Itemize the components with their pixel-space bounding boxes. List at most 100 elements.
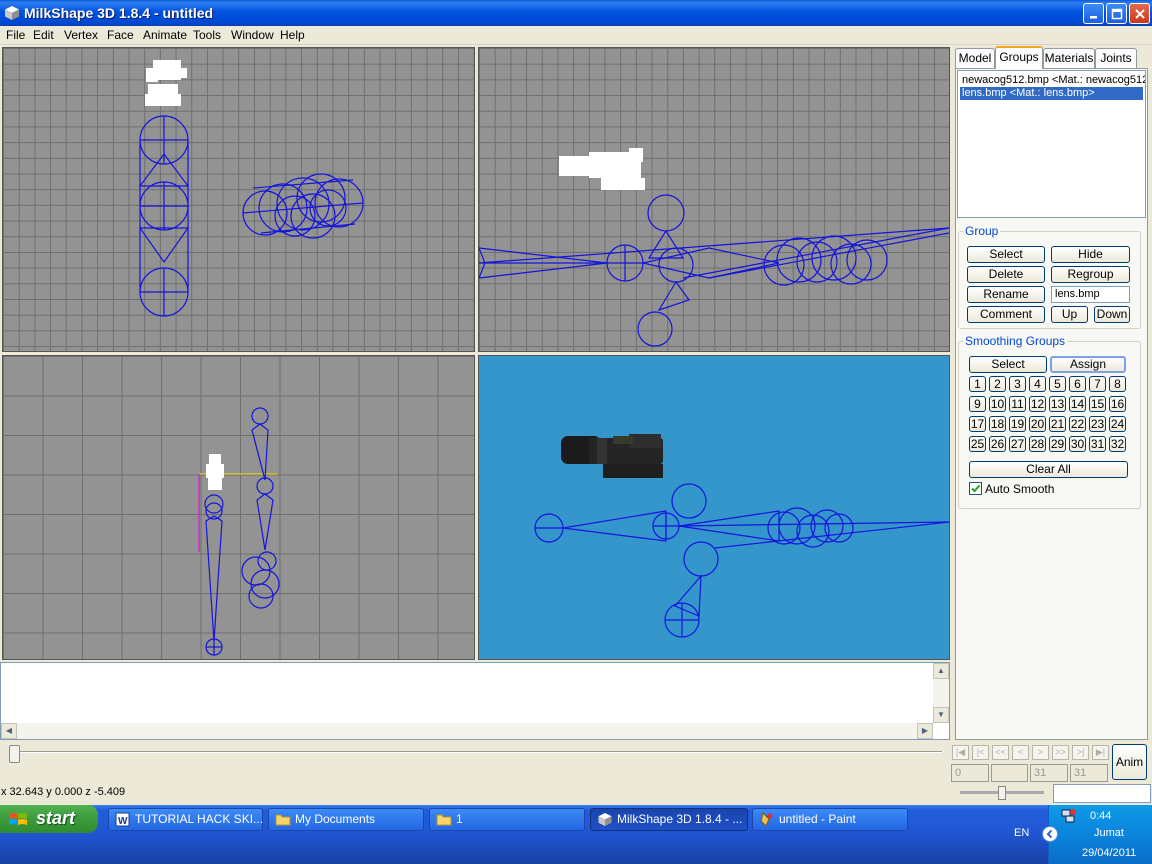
last-frame-icon[interactable]: ▶| [1092,745,1109,760]
smoothing-group-button[interactable]: 9 [969,396,986,412]
group-select-button[interactable]: Select [967,246,1045,263]
smoothing-group-button[interactable]: 13 [1049,396,1066,412]
end-frame-field[interactable]: 31 [1030,764,1068,782]
list-item-selected[interactable]: lens.bmp <Mat.: lens.bmp> [960,87,1143,100]
taskbar-item-tutorial[interactable]: W TUTORIAL HACK SKI... [108,808,263,831]
clear-all-button[interactable]: Clear All [969,461,1128,478]
comment-button[interactable]: Comment [967,306,1045,323]
close-button[interactable] [1129,3,1150,24]
menu-animate[interactable]: Animate [143,28,187,42]
rename-button[interactable]: Rename [967,286,1045,303]
smoothing-group-button[interactable]: 10 [989,396,1006,412]
next-frame-icon[interactable]: > [1032,745,1049,760]
smoothing-group-button[interactable]: 19 [1009,416,1026,432]
menu-help[interactable]: Help [280,28,305,42]
clock-time[interactable]: 0:44 [1090,810,1111,822]
smoothing-group-button[interactable]: 22 [1069,416,1086,432]
scroll-down-arrow-icon[interactable]: ▼ [933,707,949,723]
title-bar[interactable]: MilkShape 3D 1.8.4 - untitled [0,0,1152,26]
tab-materials[interactable]: Materials [1043,48,1095,68]
anim-button[interactable]: Anim [1112,744,1147,780]
smoothing-group-button[interactable]: 12 [1029,396,1046,412]
forward-icon[interactable]: >> [1052,745,1069,760]
smoothing-group-button[interactable]: 27 [1009,436,1026,452]
smoothing-group-button[interactable]: 30 [1069,436,1086,452]
menu-file[interactable]: File [6,28,25,42]
network-tray-icon[interactable] [1060,808,1076,824]
timeline-track[interactable] [12,751,942,753]
taskbar-item-paint[interactable]: untitled - Paint [752,808,908,831]
smoothing-group-button[interactable]: 21 [1049,416,1066,432]
menu-face[interactable]: Face [107,28,134,42]
menu-edit[interactable]: Edit [33,28,54,42]
first-frame-icon[interactable]: |◀ [952,745,969,760]
smoothing-group-button[interactable]: 1 [969,376,986,392]
start-frame-field[interactable]: 0 [951,764,989,782]
current-frame-field[interactable] [991,764,1028,782]
smoothing-group-button[interactable]: 4 [1029,376,1046,392]
scroll-up-arrow-icon[interactable]: ▲ [933,663,949,679]
smoothing-group-button[interactable]: 2 [989,376,1006,392]
smoothing-group-button[interactable]: 18 [989,416,1006,432]
list-item[interactable]: newacog512.bmp <Mat.: newacog512.bmp> [960,74,1145,87]
taskbar-item-milkshape[interactable]: MilkShape 3D 1.8.4 - ... [590,808,748,831]
zoom-slider-handle[interactable] [998,786,1006,800]
viewport-side[interactable] [2,355,475,660]
smoothing-group-button[interactable]: 5 [1049,376,1066,392]
total-frames-field[interactable]: 31 [1070,764,1108,782]
menu-tools[interactable]: Tools [193,28,221,42]
group-name-field[interactable]: lens.bmp [1051,286,1130,303]
minimize-button[interactable] [1083,3,1104,24]
smoothing-group-button[interactable]: 7 [1089,376,1106,392]
start-button[interactable]: start [0,805,98,833]
smoothing-group-button[interactable]: 28 [1029,436,1046,452]
prev-frame-icon[interactable]: < [1012,745,1029,760]
smoothing-group-button[interactable]: 3 [1009,376,1026,392]
group-list[interactable]: newacog512.bmp <Mat.: newacog512.bmp> le… [957,70,1146,218]
viewport-top[interactable] [2,47,475,352]
smoothing-group-button[interactable]: 23 [1089,416,1106,432]
hide-button[interactable]: Hide [1051,246,1130,263]
auto-smooth-checkbox[interactable] [969,482,982,495]
smoothing-group-button[interactable]: 6 [1069,376,1086,392]
timeline-slider-handle[interactable] [9,745,20,763]
maximize-button[interactable] [1106,3,1127,24]
tab-model[interactable]: Model [955,48,995,68]
next-key-icon[interactable]: >| [1072,745,1089,760]
viewport-front[interactable] [478,47,950,352]
smoothing-group-button[interactable]: 29 [1049,436,1066,452]
scroll-left-arrow-icon[interactable]: ◀ [1,723,17,739]
menu-window[interactable]: Window [231,28,274,42]
assign-button[interactable]: Assign [1050,356,1126,373]
smoothing-group-button[interactable]: 8 [1109,376,1126,392]
down-button[interactable]: Down [1094,306,1130,323]
taskbar-item-folder-1[interactable]: 1 [429,808,585,831]
vertical-scrollbar[interactable]: ▲ ▼ [933,663,949,723]
language-indicator[interactable]: EN [1014,827,1029,839]
tab-joints[interactable]: Joints [1095,48,1137,68]
regroup-button[interactable]: Regroup [1051,266,1130,283]
smoothing-group-button[interactable]: 15 [1089,396,1106,412]
tab-groups[interactable]: Groups [995,46,1043,69]
prev-key-icon[interactable]: |< [972,745,989,760]
menu-vertex[interactable]: Vertex [64,28,98,42]
smoothing-group-button[interactable]: 26 [989,436,1006,452]
delete-button[interactable]: Delete [967,266,1045,283]
smoothing-group-button[interactable]: 24 [1109,416,1126,432]
smoothing-group-button[interactable]: 17 [969,416,986,432]
up-button[interactable]: Up [1051,306,1088,323]
smoothing-group-button[interactable]: 20 [1029,416,1046,432]
scroll-right-arrow-icon[interactable]: ▶ [917,723,933,739]
smoothing-group-button[interactable]: 32 [1109,436,1126,452]
smoothing-group-button[interactable]: 25 [969,436,986,452]
smoothing-group-button[interactable]: 14 [1069,396,1086,412]
horizontal-scrollbar[interactable]: ◀ ▶ [1,723,933,739]
smoothing-group-button[interactable]: 16 [1109,396,1126,412]
tray-expand-icon[interactable] [1042,826,1058,842]
taskbar-item-my-documents[interactable]: My Documents [268,808,424,831]
viewport-3d[interactable] [478,355,950,660]
smoothing-group-button[interactable]: 11 [1009,396,1026,412]
smoothing-group-button[interactable]: 31 [1089,436,1106,452]
rewind-icon[interactable]: << [992,745,1009,760]
smoothing-select-button[interactable]: Select [969,356,1047,373]
